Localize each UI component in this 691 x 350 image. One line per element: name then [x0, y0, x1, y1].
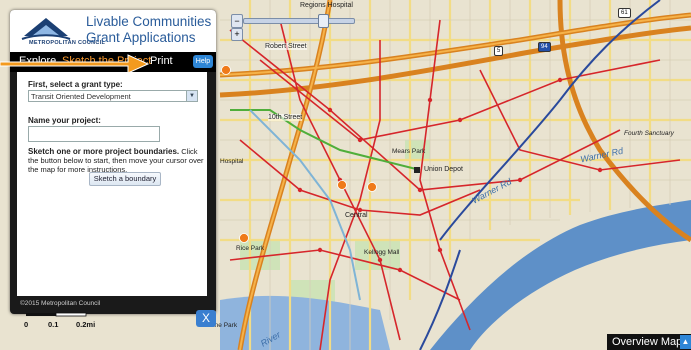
route-5-shield-icon: 5 — [494, 46, 504, 56]
expand-up-icon[interactable]: ▲ — [680, 335, 691, 349]
zoom-in-button[interactable]: + — [231, 28, 243, 41]
project-name-input[interactable] — [28, 126, 160, 142]
map-label-regions-hospital: Regions Hospital — [300, 2, 353, 9]
map-label-robert-street: Robert Street — [265, 43, 307, 50]
overview-map-control[interactable]: Overview Map ▲ — [607, 334, 691, 350]
union-depot-marker — [414, 167, 420, 173]
orange-arrow-icon — [0, 54, 150, 74]
app-title: Livable Communities Grant Applications — [86, 14, 212, 45]
panel-header: METROPOLITAN COUNCIL Livable Communities… — [10, 10, 216, 52]
zoom-track[interactable] — [243, 18, 355, 24]
copyright-text: ©2015 Metropolitan Council — [20, 300, 101, 307]
instructions-bold: Sketch one or more project boundaries. — [28, 147, 180, 156]
map-label-fourth-sanctuary: Fourth Sanctuary — [624, 130, 674, 137]
map-label-mears-park: Mears Park — [392, 148, 426, 155]
overview-map-label[interactable]: Overview Map — [612, 336, 682, 348]
scale-label-mid: 0.1 — [48, 320, 59, 329]
close-panel-button[interactable]: X — [196, 310, 216, 327]
interstate-94-shield-icon: 94 — [538, 42, 551, 52]
zoom-slider[interactable]: − + — [229, 11, 357, 41]
grant-type-select[interactable]: Transit Oriented Development ▼ — [28, 90, 198, 102]
map-label-central: Central — [345, 212, 368, 219]
map-label-rice-park: Rice Park — [236, 245, 265, 252]
map-label-10th-street: 10th Street — [268, 114, 303, 121]
sketch-instructions: Sketch one or more project boundaries. C… — [28, 147, 208, 174]
route-61-shield-icon: 61 — [618, 8, 631, 18]
sketch-boundary-button[interactable]: Sketch a boundary — [89, 172, 161, 186]
grant-type-label: First, select a grant type: — [28, 80, 123, 89]
scale-label-end: 0.2mi — [76, 320, 96, 329]
scale-label-zero: 0 — [24, 320, 29, 329]
chevron-down-icon[interactable]: ▼ — [186, 91, 197, 101]
map-label-union-depot: Union Depot — [424, 166, 463, 173]
zoom-out-button[interactable]: − — [231, 14, 243, 28]
map-label-kellogg-mall: Kellogg Mall — [364, 249, 400, 256]
scale-bar-graphic-icon — [26, 312, 87, 317]
scale-bar: 0 0.1 0.2mi — [24, 310, 104, 340]
grant-type-value: Transit Oriented Development — [31, 92, 131, 101]
map-label-hospital: Hospital — [220, 158, 244, 165]
help-button[interactable]: Help — [193, 55, 213, 68]
panel-content: First, select a grant type: Transit Orie… — [17, 72, 207, 296]
zoom-handle[interactable] — [318, 14, 329, 28]
project-name-label: Name your project: — [28, 116, 101, 125]
